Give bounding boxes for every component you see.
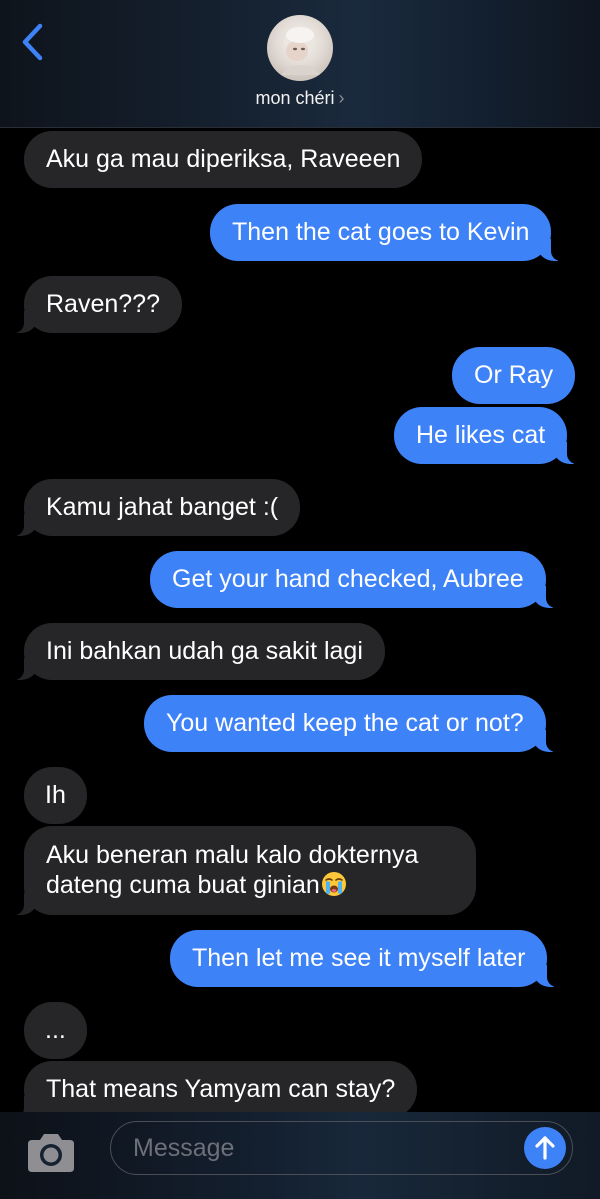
message-bubble-incoming[interactable]: Ini bahkan udah ga sakit lagi (12, 623, 385, 680)
message-text: Then let me see it myself later (192, 944, 526, 972)
message-bubble-outgoing[interactable]: He likes cat (394, 407, 580, 464)
compose-bar: Message (0, 1112, 600, 1199)
message-text: Ih (45, 781, 66, 809)
chevron-right-icon: › (338, 88, 345, 108)
message-bubble-incoming[interactable]: Kamu jahat banget :( (11, 479, 301, 536)
message-bubble-outgoing[interactable]: Or Ray (452, 347, 576, 404)
message-bubble-incoming[interactable]: ... (24, 1002, 87, 1059)
message-text: That means Yamyam can stay? (46, 1075, 396, 1103)
chevron-left-icon (22, 23, 43, 61)
message-bubble-outgoing[interactable]: You wanted keep the cat or not? (144, 695, 558, 752)
conversation-header: mon chéri › (0, 0, 600, 128)
message-text: Raven??? (46, 290, 160, 318)
message-input[interactable]: Message (110, 1121, 573, 1175)
message-text: Aku ga mau diperiksa, Raveeen (46, 145, 401, 173)
message-text: Kamu jahat banget :( (46, 493, 279, 521)
message-text: Then the cat goes to Kevin (232, 218, 530, 246)
message-placeholder: Message (133, 1134, 235, 1162)
message-bubble-incoming[interactable]: Aku ga mau diperiksa, Raveeen (24, 131, 423, 188)
arrow-up-icon (535, 1136, 555, 1160)
message-text: You wanted keep the cat or not? (166, 709, 524, 737)
avatar-photo (281, 27, 321, 75)
loudly-crying-face-icon (321, 872, 346, 896)
message-text: Get your hand checked, Aubree (172, 565, 524, 593)
back-button[interactable] (14, 20, 50, 64)
message-text: ... (45, 1016, 66, 1044)
message-text: He likes cat (416, 421, 546, 449)
message-bubble-outgoing[interactable]: Then let me see it myself later (170, 930, 560, 987)
message-bubble-outgoing[interactable]: Then the cat goes to Kevin (210, 204, 564, 261)
message-bubble-outgoing[interactable]: Get your hand checked, Aubree (150, 551, 558, 608)
message-text: Or Ray (474, 361, 554, 389)
message-bubble-incoming[interactable]: Aku beneran malu kalo dokternya dateng c… (12, 826, 476, 915)
message-bubble-incoming[interactable]: Raven??? (12, 276, 182, 333)
message-text: Ini bahkan udah ga sakit lagi (46, 637, 363, 665)
message-text-line-1: Aku beneran malu kalo dokternya (46, 841, 419, 869)
camera-icon (28, 1134, 74, 1172)
message-text-line-2: dateng cuma buat ginian (46, 871, 320, 899)
contact-name-button[interactable]: mon chéri › (0, 88, 600, 109)
camera-button[interactable] (24, 1130, 78, 1176)
contact-name: mon chéri (255, 88, 335, 108)
contact-avatar[interactable] (267, 15, 333, 81)
message-bubble-incoming[interactable]: Ih (24, 767, 87, 824)
message-thread[interactable]: Aku ga mau diperiksa, Raveeen Then the c… (0, 127, 600, 1112)
send-button[interactable] (524, 1127, 566, 1169)
message-bubble-incoming[interactable]: That means Yamyam can stay? (11, 1061, 418, 1112)
